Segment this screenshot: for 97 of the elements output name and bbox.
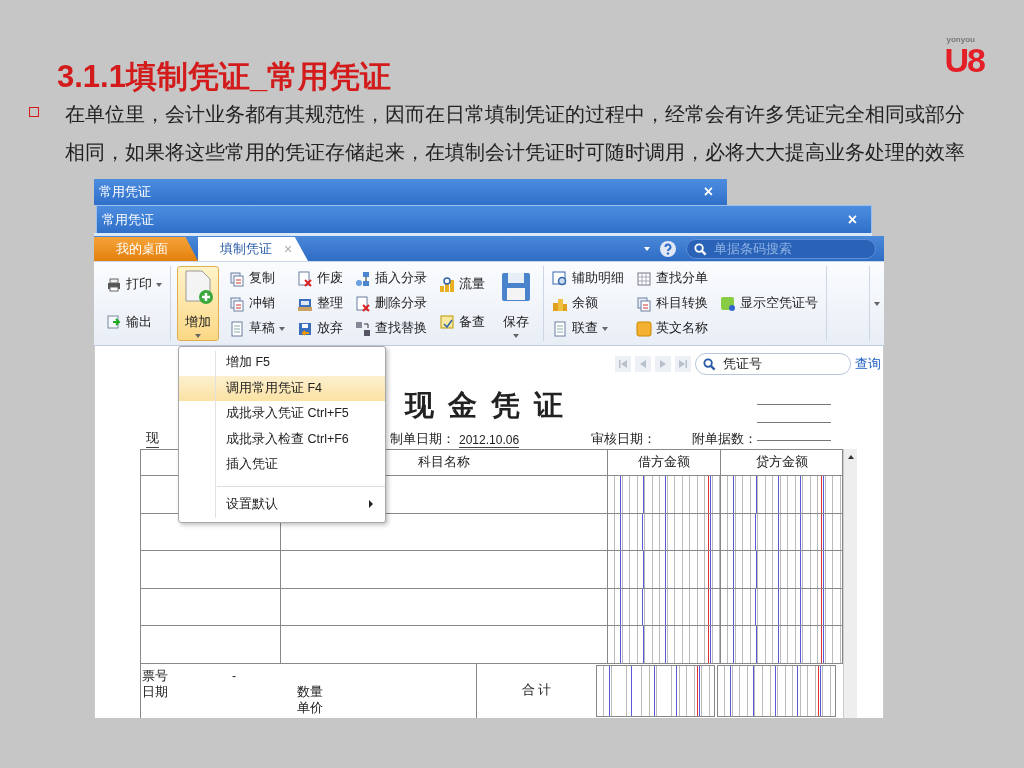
total-label: 合 计: [521, 682, 552, 700]
ticket-label: 票号: [142, 667, 168, 684]
caret-icon: [279, 326, 285, 331]
caret-icon: [513, 334, 519, 338]
menu-item[interactable]: 成批录入检查 Ctrl+F6: [179, 426, 385, 452]
bullet-icon: [29, 107, 39, 117]
ribbon-button[interactable]: 作废: [295, 267, 345, 290]
quantity-label: 数量: [297, 683, 323, 700]
voucher-type-field[interactable]: 现: [146, 430, 159, 448]
bar-chart-icon: [439, 276, 455, 293]
documents-icon: [229, 295, 245, 312]
ribbon-button[interactable]: 联查: [550, 317, 626, 340]
ribbon-button[interactable]: 打印: [104, 273, 164, 296]
amount-cell[interactable]: [608, 626, 721, 664]
amount-cell[interactable]: [608, 513, 721, 552]
caret-icon: [156, 282, 162, 287]
amount-cell[interactable]: [721, 551, 843, 589]
nodes-icon: [355, 270, 371, 287]
search-icon: [703, 358, 716, 371]
menu-item[interactable]: 增加 F5: [179, 350, 385, 376]
date-label: 制单日期：: [390, 431, 455, 448]
amount-cell[interactable]: [608, 551, 721, 589]
query-link[interactable]: 查询: [855, 355, 881, 373]
voucher-title: 现 金 凭 证: [405, 387, 566, 424]
new-document-icon: [182, 269, 214, 305]
amount-cell[interactable]: [721, 476, 843, 514]
ribbon-button[interactable]: 辅助明细: [550, 267, 626, 290]
date-field[interactable]: 2012.10.06: [459, 433, 520, 448]
grid-icon: [636, 270, 652, 287]
ribbon-button[interactable]: 查找替换: [353, 317, 429, 340]
printer-icon: [106, 276, 122, 293]
ribbon-button[interactable]: 科目转换: [634, 292, 710, 315]
table-cell[interactable]: [281, 588, 608, 627]
amount-cell[interactable]: [721, 588, 843, 627]
ribbon-button[interactable]: 流量: [437, 273, 487, 296]
table-cell[interactable]: [281, 551, 608, 589]
document-icon: [552, 320, 568, 337]
ribbon-button[interactable]: 放弃: [295, 317, 345, 340]
ribbon-button[interactable]: 英文名称: [634, 317, 710, 340]
magnifier-document-icon: [552, 270, 568, 287]
ribbon-button[interactable]: 整理: [295, 292, 345, 315]
ribbon-button[interactable]: 查找分单: [634, 267, 710, 290]
documents-icon: [229, 270, 245, 287]
amount-cell[interactable]: [608, 476, 721, 514]
paragraph: 在单位里，会计业务都有其规范性，因而在日常填制凭证的过程中，经常会有许多凭证完全相同或部分相同，如果将这些常用的凭证存储起来，在填制会计凭证时可随时调用，必将大大提高业务处理的效率: [65, 102, 965, 165]
menu-item[interactable]: 调用常用凭证 F4: [179, 375, 385, 401]
close-button[interactable]: ×: [847, 210, 857, 229]
menu-item[interactable]: 成批录入凭证 Ctrl+F5: [179, 401, 385, 427]
table-cell[interactable]: [141, 551, 281, 589]
table-cell[interactable]: [141, 588, 281, 627]
document-cross-icon: [297, 270, 313, 287]
logo-brand: yonyou: [946, 36, 975, 44]
date-label: 日期: [142, 683, 169, 700]
caret-icon: [602, 326, 608, 331]
amount-cell[interactable]: [721, 513, 843, 552]
amount-cell[interactable]: [608, 588, 721, 627]
badge-icon: [720, 295, 736, 312]
letter-box-icon: [636, 320, 652, 337]
ribbon-button[interactable]: 输出: [104, 311, 164, 334]
close-button[interactable]: ×: [703, 183, 713, 201]
logo: U8: [944, 44, 984, 76]
table-cell[interactable]: [281, 626, 608, 664]
table-cell[interactable]: [141, 626, 281, 664]
documents-icon: [636, 295, 652, 312]
slide-title: 3.1.1填制凭证_常用凭证: [57, 58, 392, 96]
voucher-number-field[interactable]: 凭证号: [695, 353, 851, 375]
find-replace-icon: [355, 320, 371, 337]
column-header: 借方金额: [608, 450, 721, 476]
document-cross-icon: [355, 295, 371, 312]
ribbon-button[interactable]: 冲销: [227, 292, 287, 315]
scrollbar[interactable]: [843, 449, 857, 718]
menu-item[interactable]: 设置默认: [217, 485, 385, 519]
caret-icon[interactable]: [874, 301, 880, 306]
amount-cell[interactable]: [721, 626, 843, 664]
ticket-value: -: [232, 667, 237, 684]
search-field[interactable]: 单据条码搜索: [686, 238, 876, 259]
ribbon-button[interactable]: 保存: [495, 266, 537, 341]
ribbon-button[interactable]: 插入分录: [353, 267, 429, 290]
search-icon: [694, 242, 707, 256]
price-label: 单价: [297, 699, 323, 716]
attachments-label: 附单据数：: [692, 431, 758, 448]
document-icon: [229, 320, 245, 337]
ribbon-button[interactable]: 余额: [550, 292, 626, 315]
caret-icon: [195, 334, 201, 338]
ribbon-button[interactable]: 备查: [437, 311, 487, 334]
tab[interactable]: 填制凭证 ×: [198, 237, 308, 261]
window-title: 常用凭证: [102, 210, 154, 229]
scroll-up-icon[interactable]: [847, 455, 854, 459]
ribbon-button[interactable]: 显示空凭证号: [718, 292, 820, 315]
ribbon-button[interactable]: 草稿: [227, 317, 287, 340]
window-title: 常用凭证: [99, 183, 151, 201]
help-icon[interactable]: [660, 240, 676, 257]
audit-date-label: 审核日期：: [591, 431, 657, 448]
ribbon-button[interactable]: 删除分录: [353, 292, 429, 315]
ribbon-button[interactable]: 复制: [227, 267, 287, 290]
notepad-icon: [439, 314, 455, 331]
ribbon-button[interactable]: 增加: [177, 266, 219, 341]
